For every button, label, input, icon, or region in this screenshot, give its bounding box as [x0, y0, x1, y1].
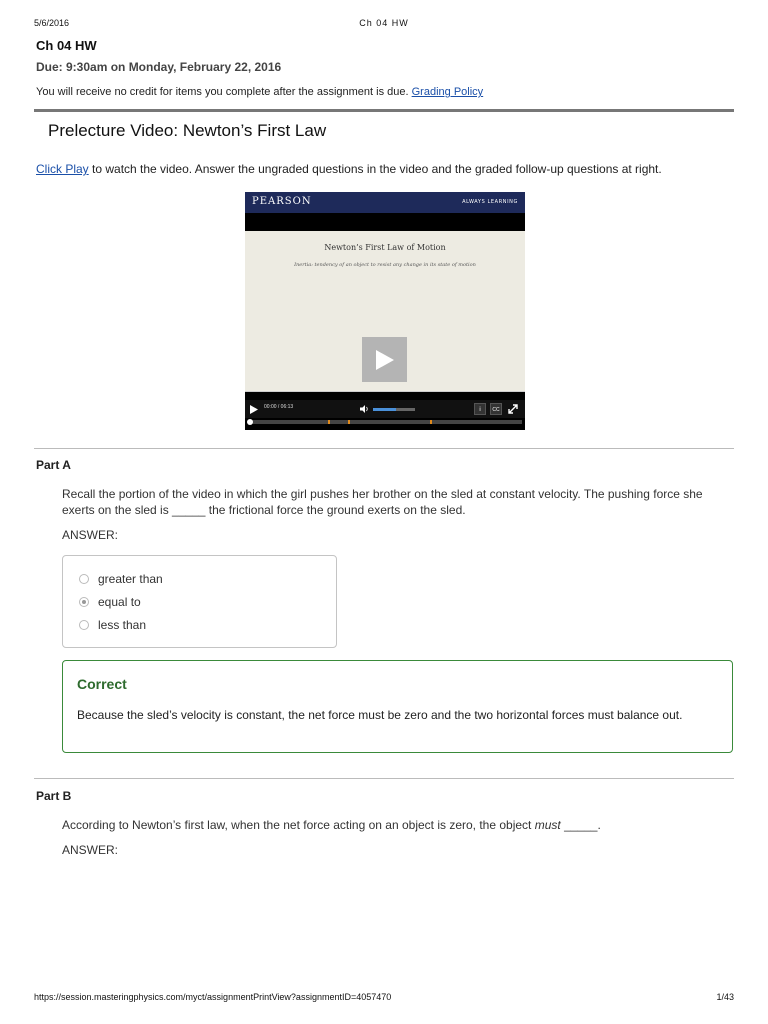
print-title: Ch 04 HW — [359, 18, 409, 28]
part-b-label: Part B — [36, 789, 72, 803]
volume-level — [373, 408, 397, 411]
feedback-title: Correct — [77, 676, 127, 692]
part-a-answer-label: ANSWER: — [62, 528, 119, 542]
section-title: Prelecture Video: Newton’s First Law — [48, 121, 327, 140]
volume-icon[interactable] — [359, 404, 369, 414]
chapter-marker[interactable] — [430, 420, 432, 424]
slide-title: Newton’s First Law of Motion — [324, 243, 446, 252]
progress-knob[interactable] — [247, 419, 253, 425]
part-b-answer-label: ANSWER: — [62, 843, 119, 857]
fullscreen-icon[interactable] — [507, 403, 519, 415]
assignment-title: Ch 04 HW — [36, 38, 97, 53]
video-letterbox — [245, 213, 525, 231]
pearson-logo: PEARSON — [252, 196, 312, 207]
big-play-button[interactable] — [362, 337, 407, 382]
answer-choices: greater than equal to less than — [62, 555, 337, 648]
credit-notice: You will receive no credit for items you… — [36, 86, 483, 98]
info-button[interactable]: i — [474, 403, 486, 415]
feedback-text: Because the sled’s velocity is constant,… — [77, 708, 683, 722]
play-icon — [376, 350, 394, 370]
part-a-question: Recall the portion of the video in which… — [62, 487, 703, 517]
grading-policy-link[interactable]: Grading Policy — [412, 86, 484, 98]
part-a-label: Part A — [36, 458, 71, 472]
page-url: https://session.masteringphysics.com/myc… — [34, 992, 392, 1002]
header-divider — [34, 109, 734, 112]
radio-button[interactable] — [79, 574, 89, 584]
due-date: Due: 9:30am on Monday, February 22, 2016 — [36, 60, 282, 74]
page-number: 1/43 — [716, 992, 734, 1002]
question-emphasis: must — [534, 818, 561, 832]
choice-label: greater than — [98, 572, 163, 586]
chapter-marker[interactable] — [328, 420, 330, 424]
video-progress-bar[interactable] — [247, 419, 522, 425]
part-b-divider — [34, 778, 734, 779]
time-display: 00:00 / 06:13 — [264, 404, 294, 410]
radio-button-selected[interactable] — [79, 597, 89, 607]
choice-label: less than — [98, 618, 147, 632]
click-play-link[interactable]: Click Play — [36, 162, 89, 176]
brand-tagline: ALWAYS LEARNING — [462, 199, 518, 205]
video-controls: 00:00 / 06:13 i CC — [245, 400, 525, 418]
slide-subtitle: Inertia: tendency of an object to resist… — [294, 262, 476, 268]
question-text: According to Newton’s first law, when th… — [62, 818, 535, 832]
choice-equal-to[interactable]: equal to — [79, 595, 141, 609]
video-player[interactable]: PEARSON ALWAYS LEARNING Newton’s First L… — [245, 192, 525, 430]
chapter-marker[interactable] — [348, 420, 350, 424]
credit-notice-text: You will receive no credit for items you… — [36, 86, 409, 98]
question-blank: _____. — [560, 818, 601, 832]
control-play-icon[interactable] — [248, 404, 259, 415]
volume-slider[interactable] — [373, 408, 415, 411]
part-b-question: According to Newton’s first law, when th… — [62, 817, 728, 833]
video-instructions: Click Play to watch the video. Answer th… — [36, 162, 734, 176]
part-a-divider — [34, 448, 734, 449]
choice-less-than[interactable]: less than — [79, 618, 146, 632]
video-slide: Newton’s First Law of Motion Inertia: te… — [245, 231, 525, 392]
video-brand-bar: PEARSON ALWAYS LEARNING — [245, 192, 525, 213]
radio-button[interactable] — [79, 620, 89, 630]
closed-captions-button[interactable]: CC — [490, 403, 502, 415]
feedback-box: Correct Because the sled’s velocity is c… — [62, 660, 733, 753]
choice-label: equal to — [98, 595, 141, 609]
choice-greater-than[interactable]: greater than — [79, 572, 163, 586]
instructions-text: to watch the video. Answer the ungraded … — [88, 162, 662, 176]
